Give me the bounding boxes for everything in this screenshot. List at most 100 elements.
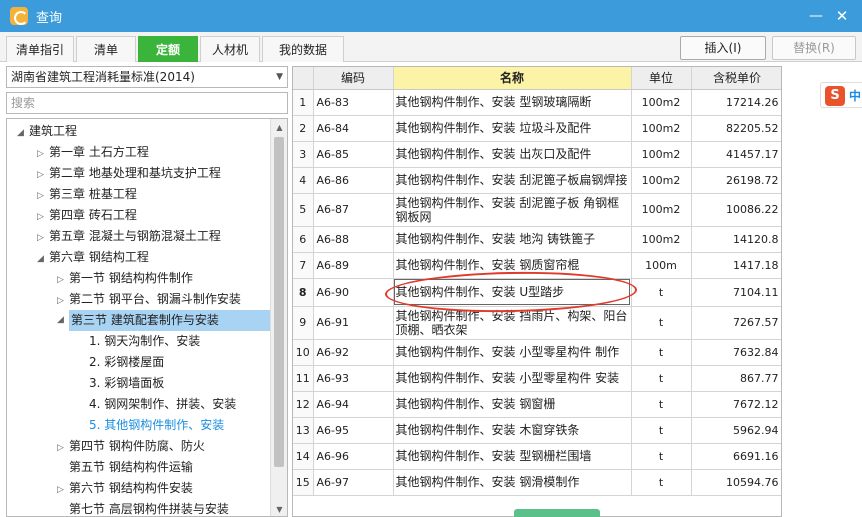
tree-item[interactable]: 5. 其他钢构件制作、安装 (7, 415, 224, 436)
unit-cell[interactable]: t (631, 443, 692, 470)
minimize-button[interactable]: — (806, 6, 826, 26)
collapsed-arrow-icon[interactable]: ▷ (37, 186, 49, 207)
close-button[interactable]: ✕ (832, 6, 852, 26)
table-row[interactable]: 5 A6-87 其他钢构件制作、安装 刮泥篦子板 角钢框钢板网 100m2 10086.… (293, 193, 781, 227)
name-cell[interactable]: 其他钢构件制作、安装 刮泥篦子板扁钢焊接 (393, 167, 632, 194)
row-number[interactable]: 2 (293, 115, 314, 142)
code-cell[interactable]: A6-93 (313, 365, 394, 392)
price-cell[interactable]: 6691.16 (691, 443, 781, 470)
expanded-arrow-icon[interactable]: ◢ (37, 249, 49, 270)
name-cell[interactable]: 其他钢构件制作、安装 刮泥篦子板 角钢框钢板网 (393, 193, 632, 227)
name-cell[interactable]: 其他钢构件制作、安装 型钢栅栏围墙 (393, 443, 632, 470)
tree-item[interactable]: 2. 彩钢楼屋面 (7, 352, 164, 373)
name-cell[interactable]: 其他钢构件制作、安装 地沟 铸铁篦子 (393, 226, 632, 253)
code-cell[interactable]: A6-96 (313, 443, 394, 470)
code-cell[interactable]: A6-83 (313, 89, 394, 116)
price-cell[interactable]: 1417.18 (691, 252, 781, 279)
tree-item[interactable]: 3. 彩钢墙面板 (7, 373, 164, 394)
name-cell[interactable]: 其他钢构件制作、安装 钢窗栅 (393, 391, 632, 418)
unit-cell[interactable]: 100m (631, 252, 692, 279)
row-number[interactable]: 10 (293, 339, 314, 366)
price-cell[interactable]: 7267.57 (691, 306, 781, 340)
code-cell[interactable]: A6-97 (313, 469, 394, 496)
row-number[interactable]: 11 (293, 365, 314, 392)
name-cell[interactable]: 其他钢构件制作、安装 出灰口及配件 (393, 141, 632, 168)
table-row[interactable]: 15 A6-97 其他钢构件制作、安装 钢滑模制作 t 10594.76 (293, 469, 781, 496)
collapsed-arrow-icon[interactable]: ▷ (37, 165, 49, 186)
row-number[interactable]: 9 (293, 306, 314, 340)
tree-item[interactable]: ▷ 第二节 钢平台、钢漏斗制作安装 (7, 289, 241, 310)
table-row[interactable]: 14 A6-96 其他钢构件制作、安装 型钢栅栏围墙 t 6691.16 (293, 443, 781, 470)
tab-quota[interactable]: 定额 (138, 36, 198, 62)
code-cell[interactable]: A6-84 (313, 115, 394, 142)
row-number[interactable]: 15 (293, 469, 314, 496)
panel-resize-handle[interactable] (514, 509, 600, 517)
unit-cell[interactable]: 100m2 (631, 141, 692, 168)
row-number[interactable]: 12 (293, 391, 314, 418)
row-number[interactable]: 13 (293, 417, 314, 444)
code-cell[interactable]: A6-95 (313, 417, 394, 444)
price-cell[interactable]: 26198.72 (691, 167, 781, 194)
unit-cell[interactable]: 100m2 (631, 193, 692, 227)
replace-button[interactable]: 替换(R) (772, 36, 856, 60)
scroll-thumb[interactable] (274, 137, 284, 467)
scroll-down-icon[interactable]: ▼ (271, 501, 287, 516)
search-input[interactable] (6, 92, 288, 114)
collapsed-arrow-icon[interactable]: ▷ (37, 144, 49, 165)
code-cell[interactable]: A6-85 (313, 141, 394, 168)
tab-bill[interactable]: 清单 (76, 36, 136, 62)
row-number[interactable]: 5 (293, 193, 314, 227)
table-row[interactable]: 13 A6-95 其他钢构件制作、安装 木窗穿铁条 t 5962.94 (293, 417, 781, 444)
code-cell[interactable]: A6-90 (313, 278, 394, 307)
table-row[interactable]: 12 A6-94 其他钢构件制作、安装 钢窗栅 t 7672.12 (293, 391, 781, 418)
unit-cell[interactable]: 100m2 (631, 115, 692, 142)
collapsed-arrow-icon[interactable]: ▷ (57, 480, 69, 501)
unit-cell[interactable]: t (631, 339, 692, 366)
row-number[interactable]: 3 (293, 141, 314, 168)
name-cell[interactable]: 其他钢构件制作、安装 木窗穿铁条 (393, 417, 632, 444)
unit-cell[interactable]: 100m2 (631, 89, 692, 116)
name-cell[interactable]: 其他钢构件制作、安装 小型零星构件 制作 (393, 339, 632, 366)
ime-mode-label[interactable]: 中 (849, 87, 861, 104)
row-number[interactable]: 8 (293, 278, 314, 307)
code-cell[interactable]: A6-89 (313, 252, 394, 279)
unit-cell[interactable]: t (631, 306, 692, 340)
row-number[interactable]: 4 (293, 167, 314, 194)
header-unit[interactable]: 单位 (631, 67, 692, 90)
table-row[interactable]: 4 A6-86 其他钢构件制作、安装 刮泥篦子板扁钢焊接 100m2 26198.72 (293, 167, 781, 194)
tree-item[interactable]: ▷ 第五章 混凝土与钢筋混凝土工程 (7, 226, 221, 247)
unit-cell[interactable]: t (631, 278, 692, 307)
price-cell[interactable]: 17214.26 (691, 89, 781, 116)
tree-item[interactable]: ▷ 第六节 钢结构构件安装 (7, 478, 193, 499)
code-cell[interactable]: A6-86 (313, 167, 394, 194)
header-name[interactable]: 名称 (393, 67, 632, 90)
collapsed-arrow-icon[interactable]: ▷ (57, 291, 69, 312)
table-row[interactable]: 3 A6-85 其他钢构件制作、安装 出灰口及配件 100m2 41457.17 (293, 141, 781, 168)
tree-item[interactable]: ◢ 第六章 钢结构工程 (7, 247, 149, 268)
name-cell[interactable]: 其他钢构件制作、安装 垃圾斗及配件 (393, 115, 632, 142)
unit-cell[interactable]: 100m2 (631, 167, 692, 194)
name-cell[interactable]: 其他钢构件制作、安装 小型零星构件 安装 (393, 365, 632, 392)
tree-item[interactable]: ▷ 第一节 钢结构构件制作 (7, 268, 193, 289)
code-cell[interactable]: A6-92 (313, 339, 394, 366)
tree-item[interactable]: ◢ 第三节 建筑配套制作与安装 (57, 310, 271, 331)
tree-item[interactable]: ▷ 第四节 钢构件防腐、防火 (7, 436, 205, 457)
name-cell[interactable]: 其他钢构件制作、安装 挡雨片、构架、阳台顶棚、晒衣架 (393, 306, 632, 340)
insert-button[interactable]: 插入(I) (680, 36, 766, 60)
scroll-up-icon[interactable]: ▲ (271, 119, 287, 136)
unit-cell[interactable]: t (631, 469, 692, 496)
table-row[interactable]: 11 A6-93 其他钢构件制作、安装 小型零星构件 安装 t 867.77 (293, 365, 781, 392)
tree-item[interactable]: ▷ 第三章 桩基工程 (7, 184, 137, 205)
row-number[interactable]: 1 (293, 89, 314, 116)
library-select[interactable]: 湖南省建筑工程消耗量标准(2014) ▼ (6, 66, 288, 88)
chevron-down-icon[interactable]: ▼ (276, 67, 283, 87)
tree-scrollbar[interactable]: ▲ ▼ (270, 119, 287, 516)
tree-item[interactable]: 4. 钢网架制作、拼装、安装 (7, 394, 236, 415)
header-price[interactable]: 含税单价 (691, 67, 781, 90)
price-cell[interactable]: 41457.17 (691, 141, 781, 168)
ime-toolbar[interactable]: S 中 (820, 82, 862, 108)
collapsed-arrow-icon[interactable]: ▷ (57, 270, 69, 291)
collapsed-arrow-icon[interactable]: ▷ (57, 438, 69, 459)
price-cell[interactable]: 7104.11 (691, 278, 781, 307)
tree-item[interactable]: 第五节 钢结构构件运输 (7, 457, 193, 478)
